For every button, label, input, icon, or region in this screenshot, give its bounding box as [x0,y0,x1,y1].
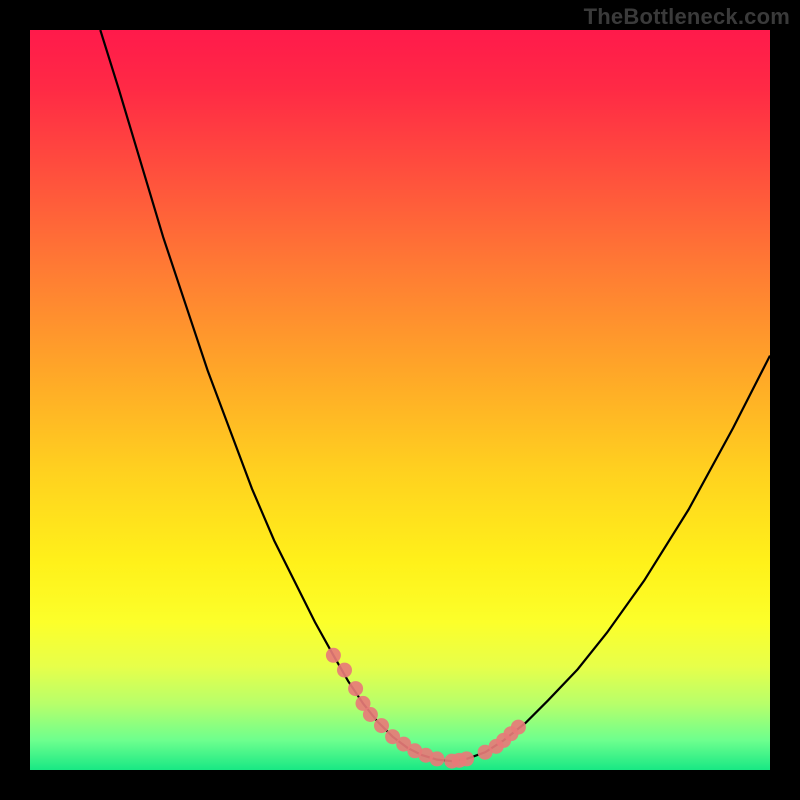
marker-point [337,663,352,678]
marker-group [326,648,526,769]
marker-point [363,707,378,722]
watermark-label: TheBottleneck.com [584,4,790,30]
marker-point [348,681,363,696]
plot-area [30,30,770,770]
bottleneck-curve [100,30,770,761]
marker-point [374,718,389,733]
marker-point [430,751,445,766]
marker-point [459,751,474,766]
marker-point [511,720,526,735]
curve-svg [30,30,770,770]
marker-point [326,648,341,663]
chart-frame: TheBottleneck.com [0,0,800,800]
